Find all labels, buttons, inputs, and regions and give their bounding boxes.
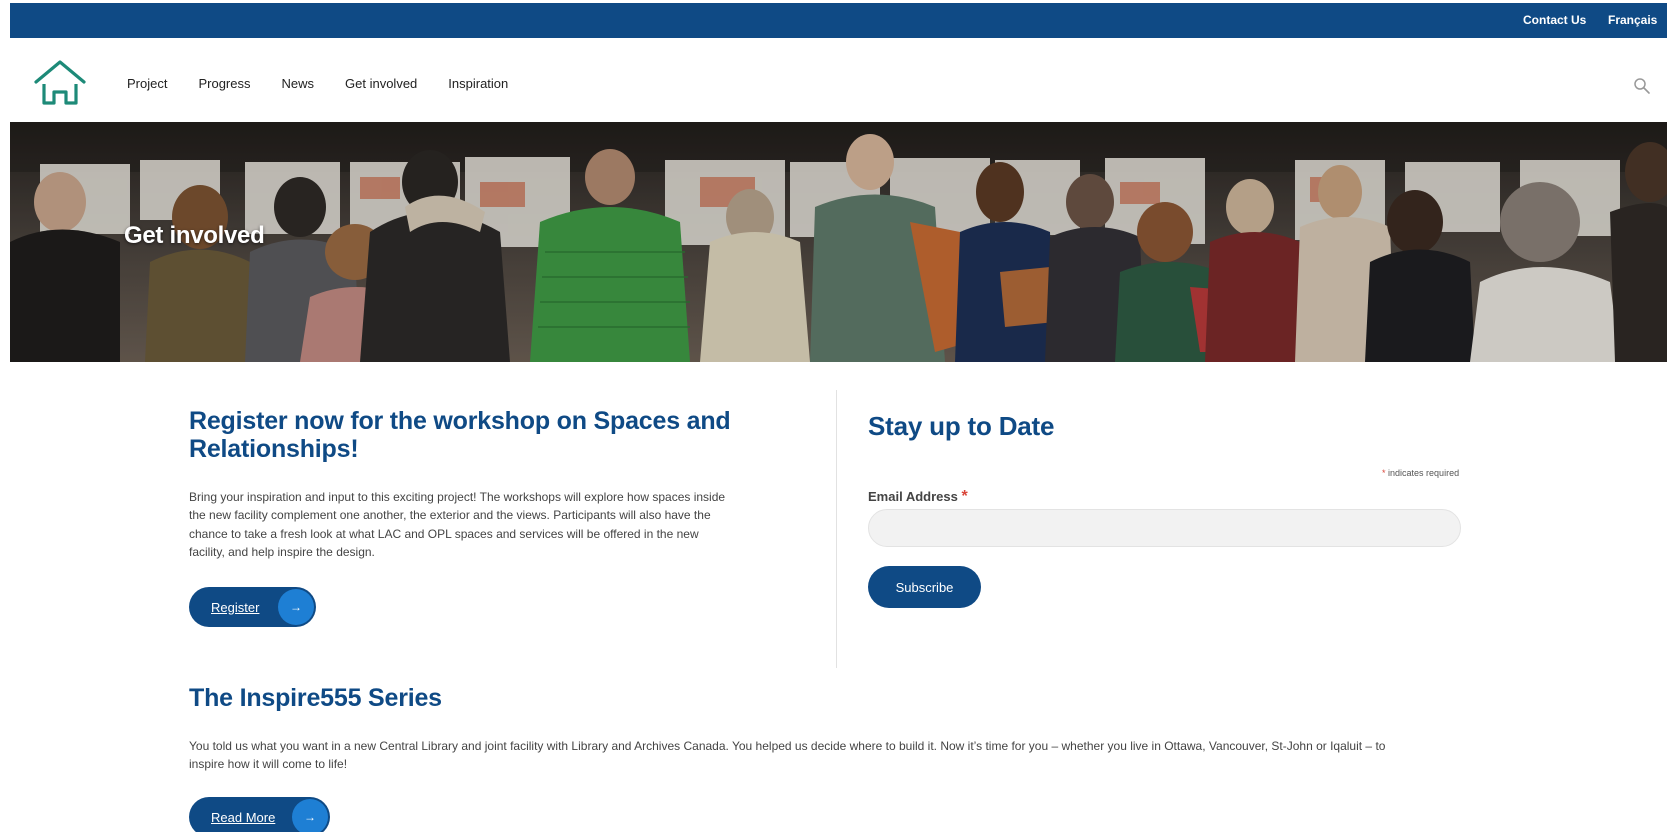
subscribe-button[interactable]: Subscribe [868,566,981,608]
register-button[interactable]: Register → [189,587,316,627]
nav-item-project[interactable]: Project [127,76,167,91]
required-note: * indicates required [1382,468,1459,478]
utility-bar: Contact Us Français [10,3,1667,38]
workshop-title: Register now for the workshop on Spaces … [189,407,731,463]
contact-us-link[interactable]: Contact Us [1523,13,1586,27]
nav-item-inspiration[interactable]: Inspiration [448,76,508,91]
search-icon[interactable] [1633,77,1651,95]
hero-title: Get involved [124,222,265,249]
nav-item-progress[interactable]: Progress [198,76,250,91]
newsletter-title: Stay up to Date [868,411,1054,442]
nav-item-news[interactable]: News [282,76,315,91]
nav-item-get-involved[interactable]: Get involved [345,76,417,91]
column-divider [836,390,837,668]
email-label-text: Email Address [868,489,958,504]
home-logo-link[interactable] [32,58,88,108]
series-description: You told us what you want in a new Centr… [189,739,1386,772]
email-required-star: * [961,488,968,505]
house-icon [34,60,86,105]
series-title: The Inspire555 Series [189,684,442,712]
language-toggle-link[interactable]: Français [1608,13,1657,27]
register-button-label: Register [211,599,260,615]
arrow-right-icon: → [278,589,314,625]
required-note-text: indicates required [1388,468,1460,478]
read-more-button-label: Read More [211,809,276,825]
main-nav: Project Progress News Get involved Inspi… [127,76,539,91]
hero-banner: Get involved [10,122,1667,362]
newsletter-title-prefix: Stay up to [868,411,992,441]
read-more-button[interactable]: Read More → [189,797,330,832]
required-star: * [1382,468,1386,478]
email-label: Email Address * [868,488,968,506]
workshop-description: Bring your inspiration and input to this… [189,490,726,559]
email-field[interactable] [868,509,1461,547]
arrow-right-icon: → [292,799,328,832]
site-header: Project Progress News Get involved Inspi… [10,38,1667,122]
newsletter-title-bold: Date [998,411,1055,441]
